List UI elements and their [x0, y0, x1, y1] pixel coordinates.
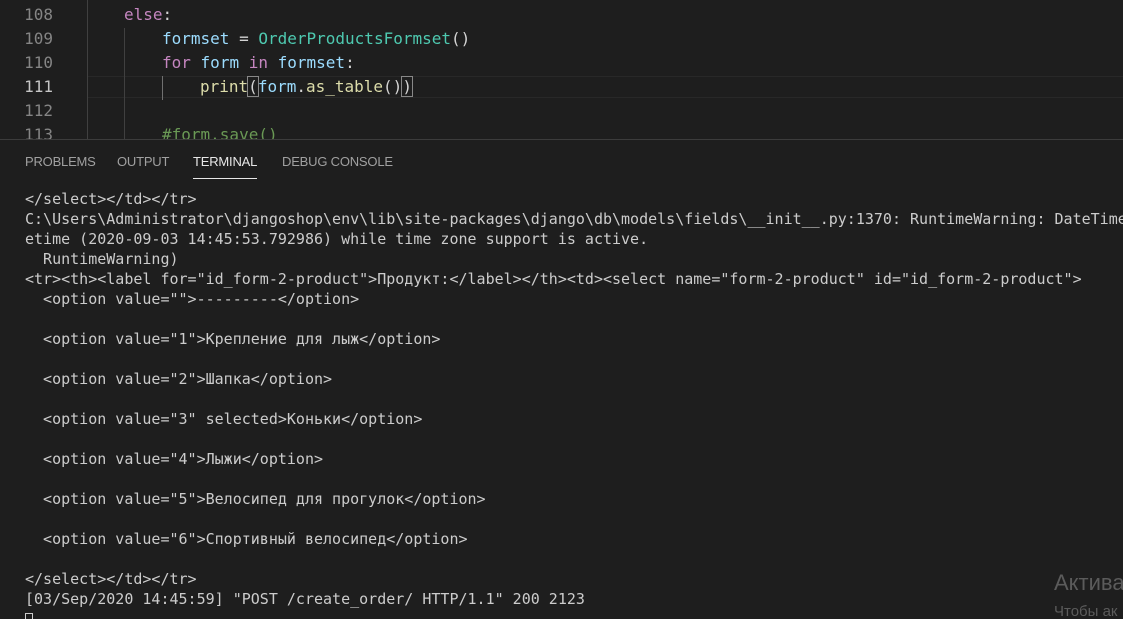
code-line[interactable]: 113 #form.save(): [0, 123, 1123, 139]
code-token: :: [162, 5, 173, 24]
terminal-output[interactable]: </select></td></tr> C:\Users\Administrato…: [0, 186, 1123, 619]
code-token: in: [248, 53, 268, 72]
line-number: 113: [24, 125, 53, 139]
line-number: 111: [24, 77, 53, 96]
code-token: as_table: [305, 77, 384, 96]
tab-output[interactable]: OUTPUT: [117, 154, 169, 169]
terminal-line: <option value="1">Крепление для лыж</opt…: [25, 330, 441, 348]
code-token: =: [229, 29, 259, 48]
code-token: (): [451, 29, 471, 48]
code-text: formset = OrderProductsFormset(): [162, 27, 470, 51]
terminal-line: <tr><th><label for="id_form-2-product">П…: [25, 270, 1082, 288]
line-number: 112: [24, 101, 53, 120]
terminal-line: [03/Sep/2020 14:45:59] "POST /create_ord…: [25, 590, 585, 608]
code-token: (: [247, 76, 259, 97]
code-token: #form.save(): [162, 125, 278, 139]
terminal-line: </select></td></tr>: [25, 190, 197, 208]
code-editor[interactable]: 108 else: 109 formset = OrderProductsFormse…: [0, 0, 1123, 139]
code-text: print(form.as_table()): [200, 75, 413, 99]
code-token: OrderProductsFormset: [258, 29, 451, 48]
terminal-cursor: [25, 613, 33, 619]
terminal-line: <option value="6">Спортивный велосипед</…: [25, 530, 468, 548]
code-line[interactable]: 108 else:: [0, 3, 1123, 27]
code-line[interactable]: 111 print(form.as_table()): [0, 75, 1123, 99]
code-text: for form in formset:: [162, 51, 355, 75]
tab-debug-console[interactable]: DEBUG CONSOLE: [282, 154, 393, 169]
terminal-line: etime (2020-09-03 14:45:53.792986) while…: [25, 230, 649, 248]
code-token: (): [383, 77, 403, 96]
terminal-line: C:\Users\Administrator\djangoshop\env\li…: [25, 210, 1123, 228]
terminal-line: <option value="3" selected>Коньки</optio…: [25, 410, 423, 428]
code-token: .: [296, 77, 306, 96]
code-token: formset: [162, 29, 230, 48]
activation-watermark-title: Актива: [1054, 570, 1123, 595]
code-token: else: [124, 5, 163, 24]
line-number: 108: [24, 5, 53, 24]
terminal-line: <option value="2">Шапка</option>: [25, 370, 333, 388]
terminal-line: RuntimeWarning): [25, 250, 179, 268]
code-token: ): [401, 76, 413, 97]
bottom-panel: PROBLEMS OUTPUT TERMINAL DEBUG CONSOLE <…: [0, 139, 1123, 619]
code-token: :: [345, 53, 355, 72]
line-number: 110: [24, 53, 53, 72]
code-text: else:: [124, 3, 172, 27]
tab-terminal[interactable]: TERMINAL: [193, 154, 257, 179]
code-line[interactable]: 110 for form in formset:: [0, 51, 1123, 75]
terminal-line: <option value="4">Лыжи</option>: [25, 450, 324, 468]
line-number: 109: [24, 29, 53, 48]
panel-tabs: PROBLEMS OUTPUT TERMINAL DEBUG CONSOLE: [0, 140, 1123, 180]
code-line[interactable]: 112: [0, 99, 1123, 123]
terminal-line: </select></td></tr>: [25, 570, 197, 588]
code-token: form: [200, 53, 240, 72]
code-token: form: [257, 77, 297, 96]
code-token: formset: [277, 53, 346, 72]
activation-watermark-text: Чтобы ак: [1054, 603, 1118, 619]
code-token: print: [200, 77, 249, 96]
tab-problems[interactable]: PROBLEMS: [25, 154, 96, 169]
terminal-line: <option value="">---------</option>: [25, 290, 360, 308]
terminal-line: <option value="5">Велосипед для прогулок…: [25, 490, 486, 508]
code-line[interactable]: 109 formset = OrderProductsFormset(): [0, 27, 1123, 51]
code-text: #form.save(): [162, 123, 278, 139]
code-token: for: [162, 53, 191, 72]
